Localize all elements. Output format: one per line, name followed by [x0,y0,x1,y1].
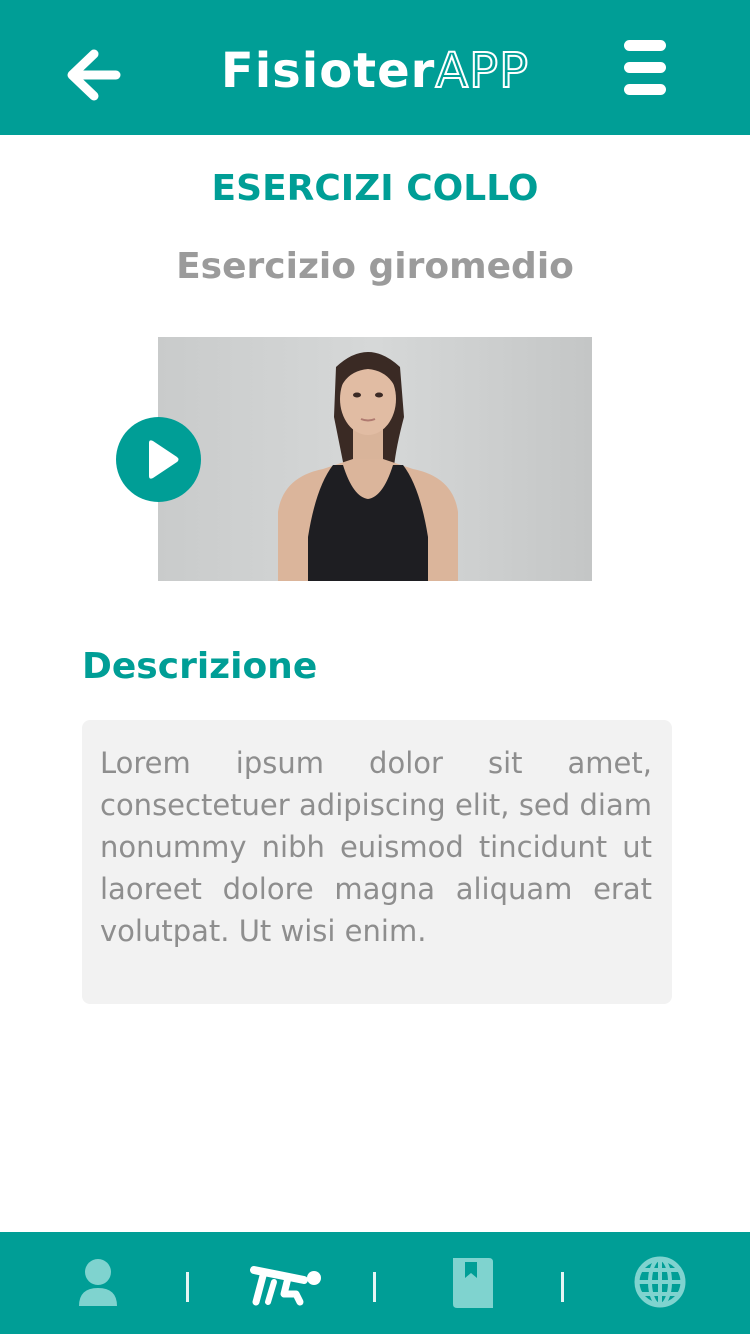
nav-item-profile[interactable] [68,1252,128,1312]
hamburger-menu-icon [624,40,666,95]
nav-separator [561,1272,564,1302]
app-title-main: Fisioter [220,43,436,99]
nav-separator [186,1272,189,1302]
nav-item-library[interactable] [443,1252,503,1312]
exercise-video[interactable] [158,337,592,581]
exercise-name: Esercizio giromedio [176,246,574,287]
nav-item-exercises[interactable] [250,1252,326,1312]
exercise-icon [250,1266,321,1306]
description-heading: Descrizione [82,646,318,687]
globe-icon [634,1256,686,1308]
bookmark-book-icon [453,1258,493,1308]
play-icon [149,440,179,479]
section-title: ESERCIZI COLLO [211,168,539,209]
user-icon [79,1259,117,1306]
menu-button[interactable] [620,38,670,98]
app-title-accent: APP [434,42,530,100]
nav-separator [373,1272,376,1302]
play-button[interactable] [116,417,201,502]
nav-item-language[interactable] [630,1252,690,1312]
description-text: Lorem ipsum dolor sit amet, consectetuer… [100,746,652,948]
description-box: Lorem ipsum dolor sit amet, consectetuer… [82,720,672,1004]
video-frame-person [278,352,458,581]
